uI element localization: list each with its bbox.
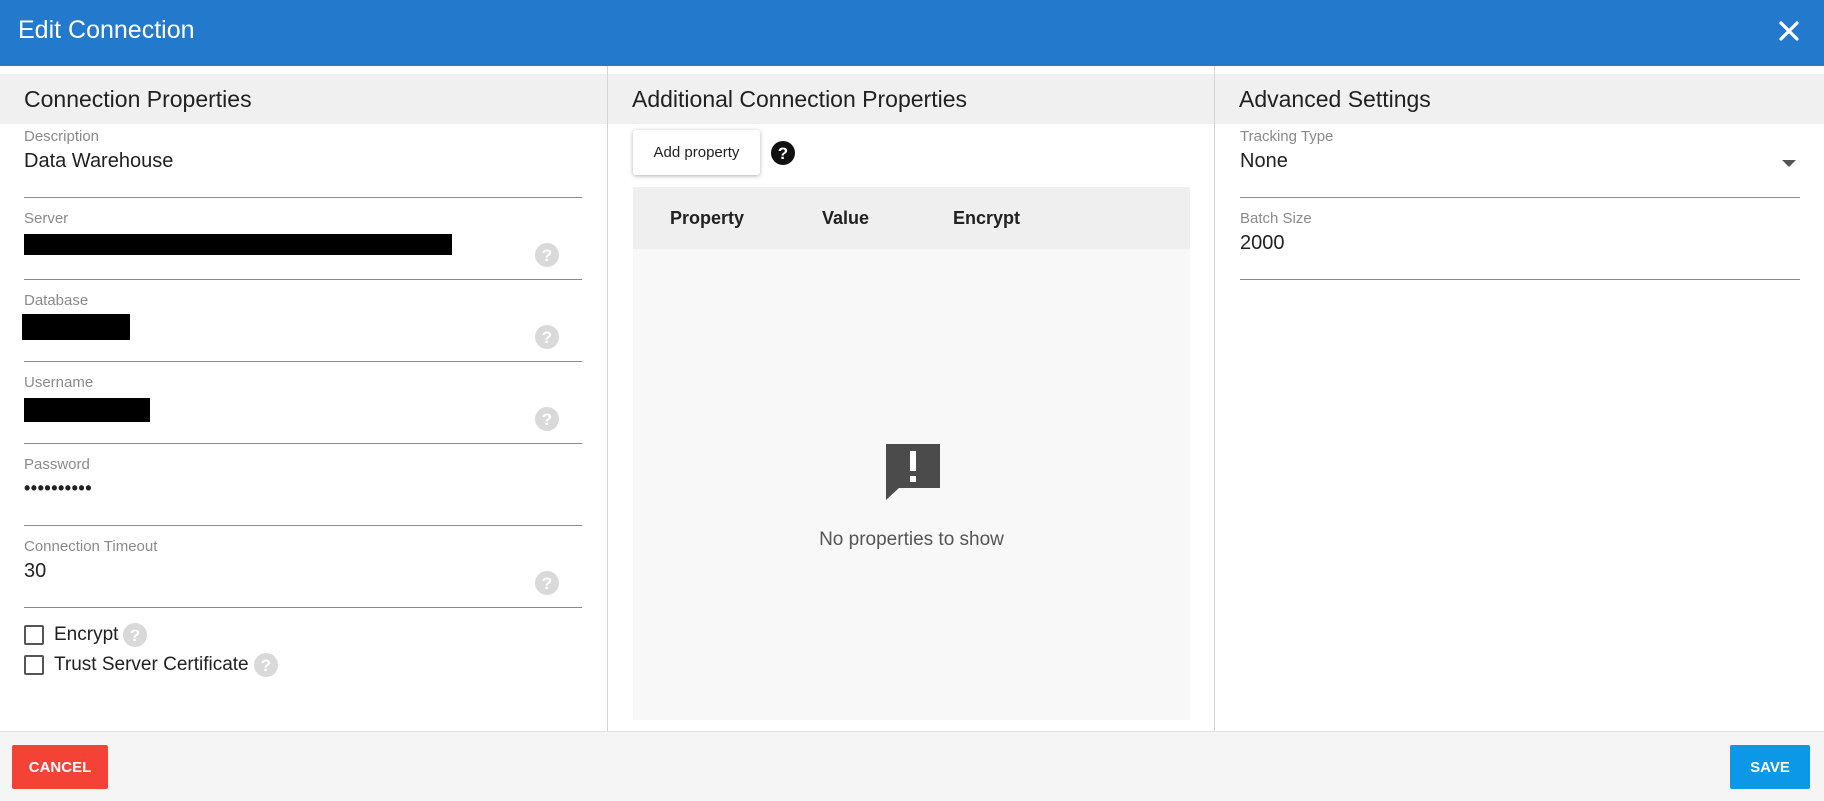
connection-timeout-value[interactable]: 30 bbox=[24, 560, 46, 583]
trust-server-certificate-row: Trust Server Certificate ? bbox=[24, 651, 279, 679]
connection-timeout-help-icon[interactable]: ? bbox=[534, 570, 560, 596]
database-help-icon[interactable]: ? bbox=[534, 324, 560, 350]
username-value-redacted[interactable] bbox=[24, 398, 150, 422]
cancel-button[interactable]: CANCEL bbox=[12, 745, 108, 789]
tracking-type-value[interactable]: None bbox=[1240, 150, 1288, 173]
username-help-icon[interactable]: ? bbox=[534, 406, 560, 432]
database-field[interactable]: Database ? bbox=[22, 292, 582, 362]
password-value[interactable]: •••••••••• bbox=[24, 478, 92, 499]
properties-table: Property Value Encrypt No properties to … bbox=[633, 187, 1190, 720]
description-value[interactable]: Data Warehouse bbox=[24, 150, 173, 173]
password-label: Password bbox=[24, 456, 90, 473]
svg-text:?: ? bbox=[542, 328, 552, 347]
additional-properties-header: Additional Connection Properties bbox=[608, 74, 1214, 124]
encrypt-help-icon[interactable]: ? bbox=[122, 622, 148, 648]
server-help-icon[interactable]: ? bbox=[534, 242, 560, 268]
advanced-settings-panel: Advanced Settings Tracking Type None Bat… bbox=[1215, 66, 1824, 731]
description-label: Description bbox=[24, 128, 100, 145]
server-value-redacted[interactable] bbox=[24, 234, 452, 255]
trust-server-certificate-help-icon[interactable]: ? bbox=[253, 652, 279, 678]
connection-timeout-label: Connection Timeout bbox=[24, 538, 158, 555]
password-field[interactable]: Password •••••••••• bbox=[24, 456, 582, 526]
dialog-titlebar: Edit Connection bbox=[0, 0, 1824, 66]
encrypt-row: Encrypt ? bbox=[24, 621, 148, 649]
svg-text:?: ? bbox=[778, 144, 788, 163]
server-field[interactable]: Server ? bbox=[24, 210, 582, 280]
description-field[interactable]: Description Data Warehouse bbox=[24, 128, 582, 198]
properties-table-header: Property Value Encrypt bbox=[633, 187, 1190, 249]
server-label: Server bbox=[24, 210, 69, 227]
encrypt-checkbox[interactable] bbox=[24, 625, 44, 645]
username-field[interactable]: Username ? bbox=[24, 374, 582, 444]
column-header-encrypt[interactable]: Encrypt bbox=[953, 208, 1020, 229]
trust-server-certificate-checkbox[interactable] bbox=[24, 655, 44, 675]
column-header-property[interactable]: Property bbox=[670, 208, 744, 229]
save-button[interactable]: SAVE bbox=[1730, 745, 1810, 789]
batch-size-field[interactable]: Batch Size 2000 bbox=[1240, 210, 1800, 280]
username-label: Username bbox=[24, 374, 94, 391]
connection-properties-panel: Connection Properties Description Data W… bbox=[0, 66, 607, 731]
trust-server-certificate-label[interactable]: Trust Server Certificate bbox=[54, 654, 249, 676]
advanced-settings-header: Advanced Settings bbox=[1215, 74, 1824, 124]
svg-text:?: ? bbox=[130, 626, 140, 645]
dialog-title: Edit Connection bbox=[18, 16, 195, 44]
svg-text:?: ? bbox=[542, 410, 552, 429]
tracking-type-select[interactable]: Tracking Type None bbox=[1240, 128, 1800, 198]
connection-timeout-field[interactable]: Connection Timeout 30 ? bbox=[24, 538, 582, 608]
caret-down-icon[interactable] bbox=[1782, 160, 1796, 167]
database-label: Database bbox=[24, 292, 89, 309]
empty-message: No properties to show bbox=[819, 529, 1004, 550]
close-icon[interactable] bbox=[1774, 16, 1804, 46]
additional-properties-panel: Additional Connection Properties Add pro… bbox=[608, 66, 1214, 731]
batch-size-value[interactable]: 2000 bbox=[1240, 232, 1285, 255]
encrypt-label[interactable]: Encrypt bbox=[54, 624, 118, 646]
svg-text:?: ? bbox=[542, 574, 552, 593]
batch-size-label: Batch Size bbox=[1240, 210, 1312, 227]
connection-properties-header: Connection Properties bbox=[0, 74, 607, 124]
add-property-help-icon[interactable]: ? bbox=[770, 140, 796, 166]
svg-text:?: ? bbox=[542, 246, 552, 265]
dialog-footer: CANCEL SAVE bbox=[0, 731, 1824, 801]
alert-bubble-icon bbox=[886, 444, 940, 500]
column-header-value[interactable]: Value bbox=[822, 208, 869, 229]
database-value-redacted[interactable] bbox=[22, 314, 130, 340]
add-property-button[interactable]: Add property bbox=[633, 130, 760, 175]
tracking-type-label: Tracking Type bbox=[1240, 128, 1334, 145]
svg-text:?: ? bbox=[260, 656, 270, 675]
